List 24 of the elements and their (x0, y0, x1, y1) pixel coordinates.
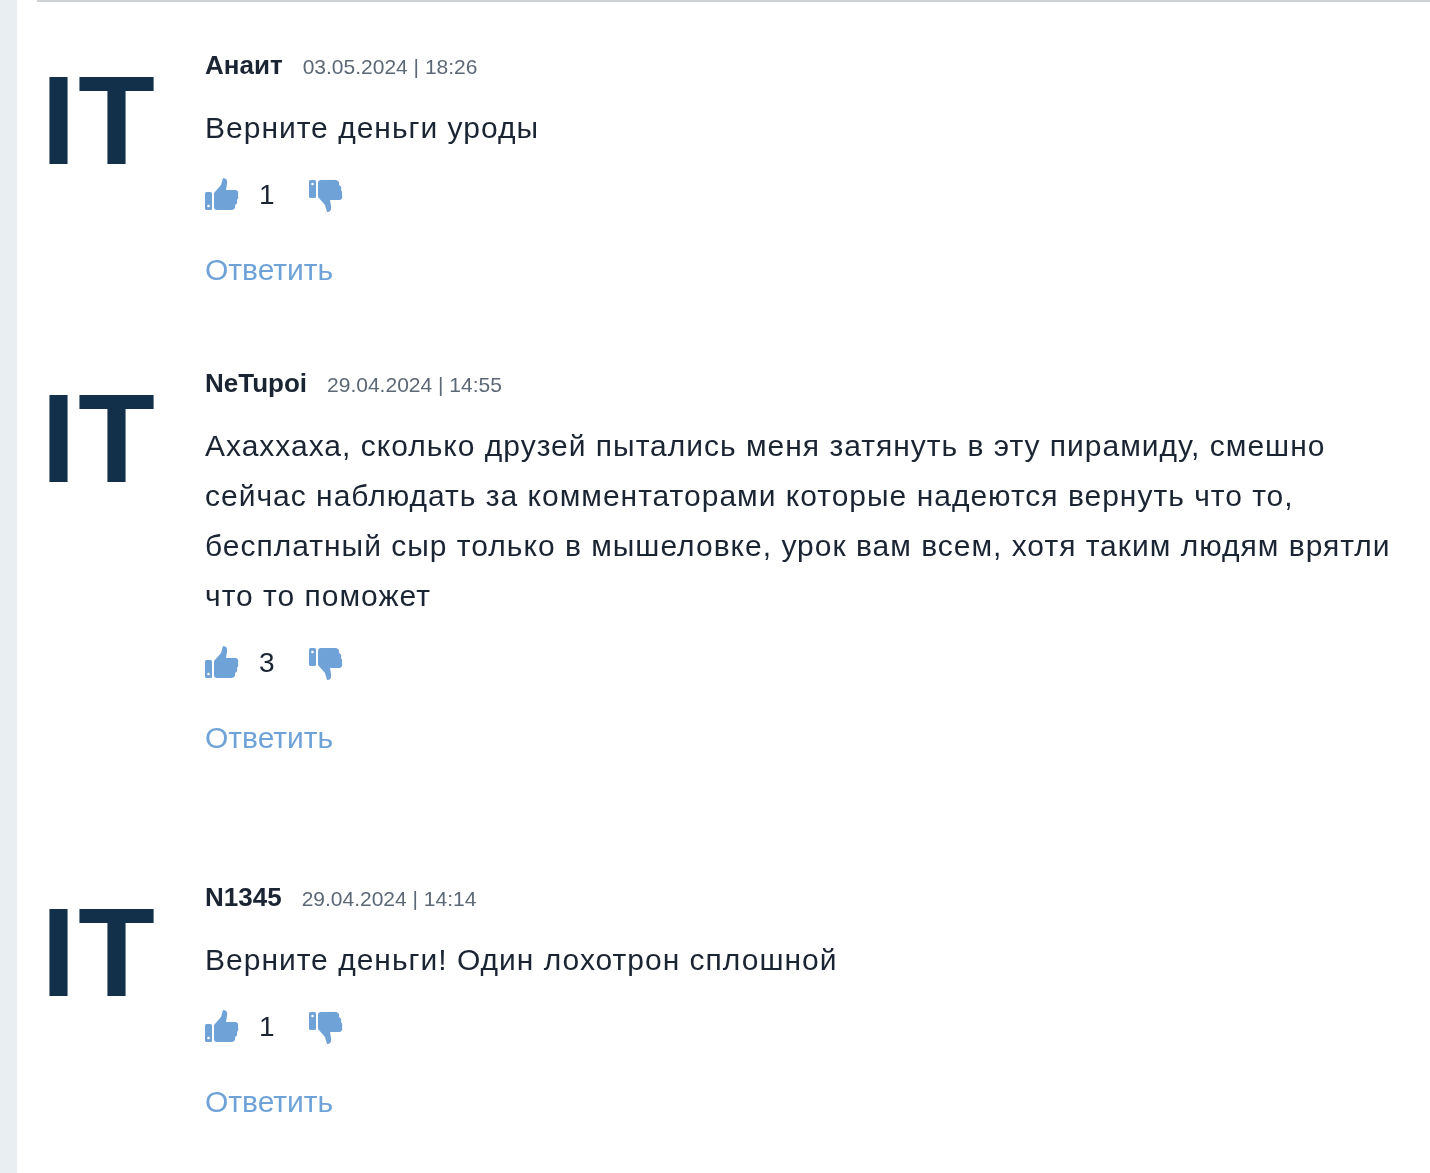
author-name: NeTupoi (205, 368, 308, 398)
like-count: 1 (259, 1010, 276, 1044)
reply-link[interactable]: Ответить (205, 1079, 334, 1124)
author-name: N1345 (205, 882, 282, 912)
thumbs-up-icon[interactable] (205, 1010, 239, 1044)
thumbs-down-icon[interactable] (309, 646, 343, 680)
thumbs-up-icon[interactable] (205, 178, 239, 212)
comment-text: Верните деньги! Один лохотрон сплошной (205, 942, 838, 978)
comment-text: Ахаххаха, сколько друзей пытались меня затянуть в эту пирамиду, смешно сейчас наблюдать за комментаторами которые надеются вернуть что то, бесплатный сыр только в мышеловке, урок вам всем, хотя таким людям врятли что то поможет (205, 428, 1392, 614)
thumbs-down-icon[interactable] (309, 1010, 343, 1044)
reply-link[interactable]: Ответить (205, 715, 334, 760)
like-count: 1 (259, 178, 276, 212)
comment-text: Верните деньги уроды (205, 110, 539, 146)
author-name: Анаит (205, 50, 283, 80)
comment-date: 03.05.2024 | 18:26 (302, 55, 478, 78)
thumbs-up-icon[interactable] (205, 646, 239, 680)
reply-link[interactable]: Ответить (205, 247, 334, 292)
avatar-logo: IT (41, 376, 157, 502)
like-count: 3 (259, 646, 276, 680)
comment-date: 29.04.2024 | 14:14 (301, 887, 477, 910)
thumbs-down-icon[interactable] (309, 178, 343, 212)
comment-date: 29.04.2024 | 14:55 (327, 373, 502, 396)
avatar-logo: IT (41, 890, 157, 1016)
avatar-logo: IT (41, 58, 157, 184)
